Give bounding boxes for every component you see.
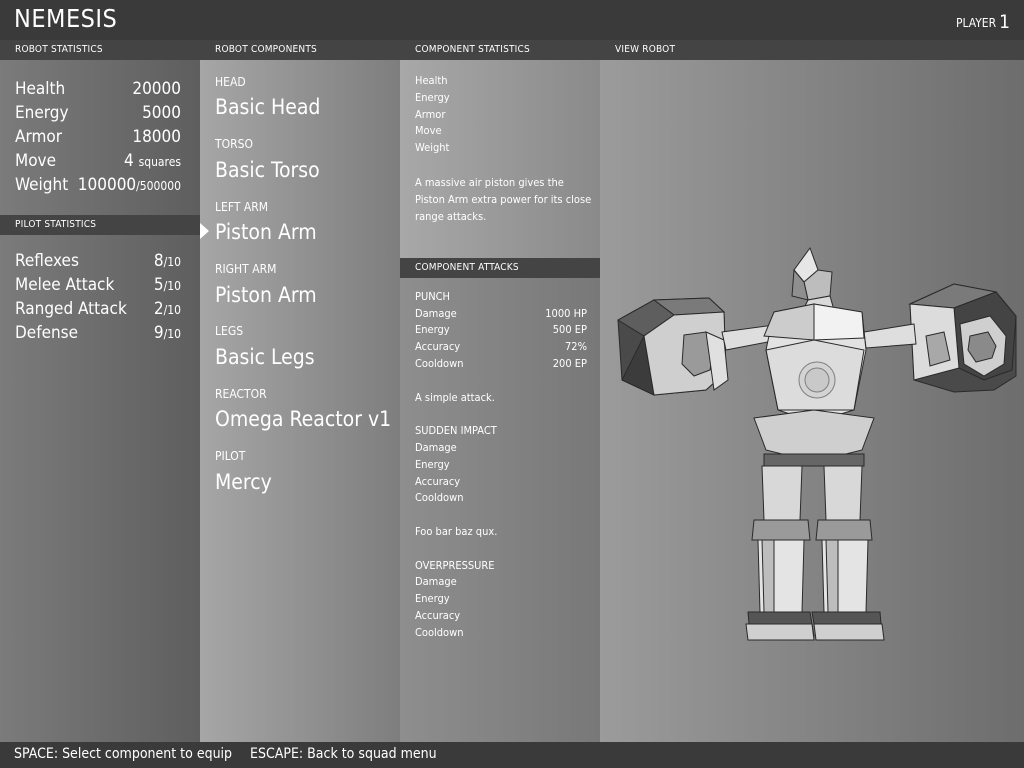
component-category-pilot: PILOT <box>215 449 246 463</box>
selection-arrow-icon <box>200 223 209 239</box>
components-header: ROBOT COMPONENTS <box>200 40 400 60</box>
stat-label: Energy <box>15 103 69 123</box>
component-stats-panel: COMPONENT STATISTICS Health Energy Armor… <box>400 40 600 742</box>
component-item-head[interactable]: Basic Head <box>215 95 320 119</box>
stat-value: 9/10 <box>153 323 181 343</box>
component-category-right-arm: RIGHT ARM <box>215 262 277 276</box>
stat-value: 20000 <box>132 79 181 99</box>
stat-value: 4 squares <box>124 151 181 171</box>
attack-stat-row: Accuracy 72% <box>415 340 587 353</box>
pilot-stat-ranged: Ranged Attack 2/10 <box>15 299 181 323</box>
attack-stat-row: Cooldown 200 EP <box>415 357 587 370</box>
pilot-stats-header: PILOT STATISTICS <box>0 215 200 235</box>
component-category-torso: TORSO <box>215 137 253 151</box>
attack-stat-row: Damage <box>415 441 457 454</box>
pilot-stat-melee: Melee Attack 5/10 <box>15 275 181 299</box>
robot-torso <box>763 303 867 423</box>
stat-value: 8/10 <box>153 251 181 271</box>
comp-stat-health: Health <box>415 74 448 87</box>
attack-stat-row: Accuracy <box>415 609 461 622</box>
component-item-right-arm[interactable]: Piston Arm <box>215 283 317 307</box>
component-category-legs: LEGS <box>215 324 244 338</box>
stat-label: Ranged Attack <box>15 299 127 319</box>
stat-label: Melee Attack <box>15 275 115 295</box>
comp-stat-weight: Weight <box>415 141 450 154</box>
space-hint: SPACE: Select component to equip <box>14 746 233 762</box>
stat-value: 100000/500000 <box>77 175 181 195</box>
robot-3d-model <box>617 246 1017 641</box>
attack-stat-row: Damage <box>415 575 457 588</box>
stat-label: Defense <box>15 323 79 343</box>
attack-name-overpressure: OVERPRESSURE <box>415 559 495 572</box>
pilot-stat-reflexes: Reflexes 8/10 <box>15 251 181 275</box>
component-stats-header: COMPONENT STATISTICS <box>400 40 600 60</box>
comp-stat-armor: Armor <box>415 108 446 121</box>
attack-stat-row: Cooldown <box>415 491 464 504</box>
robot-stat-weight: Weight 100000/500000 <box>15 175 181 199</box>
comp-stat-energy: Energy <box>415 91 450 104</box>
robot-stat-energy: Energy 5000 <box>15 103 181 127</box>
component-category-reactor: REACTOR <box>215 387 267 401</box>
controls-hint-bar: SPACE: Select component to equip ESCAPE:… <box>0 742 1024 768</box>
component-description: A massive air piston gives the Piston Ar… <box>415 176 592 223</box>
player-label: PLAYER <box>955 16 997 30</box>
component-item-reactor[interactable]: Omega Reactor v1 <box>215 407 391 431</box>
component-category-head: HEAD <box>215 75 246 89</box>
robot-stat-health: Health 20000 <box>15 79 181 103</box>
view-robot-panel: VIEW ROBOT <box>600 40 1024 742</box>
attack-stat-row: Energy <box>415 592 450 605</box>
pilot-stat-defense: Defense 9/10 <box>15 323 181 347</box>
component-item-left-arm[interactable]: Piston Arm <box>215 220 317 244</box>
app-title: NEMESIS <box>14 4 118 33</box>
escape-hint: ESCAPE: Back to squad menu <box>250 746 437 762</box>
attack-name-sudden-impact: SUDDEN IMPACT <box>415 424 497 437</box>
title-bar: NEMESIS PLAYER 1 <box>0 0 1024 40</box>
robot-legs <box>745 465 885 641</box>
components-panel: ROBOT COMPONENTS HEAD Basic Head TORSO B… <box>200 40 400 742</box>
player-number: 1 <box>999 11 1010 33</box>
attack-name-punch: PUNCH <box>415 290 450 303</box>
stat-value: 18000 <box>132 127 181 147</box>
stat-label: Armor <box>15 127 62 147</box>
attack-stat-row: Accuracy <box>415 475 461 488</box>
robot-stat-move: Move 4 squares <box>15 151 181 175</box>
stat-label: Weight <box>15 175 69 195</box>
stat-label: Health <box>15 79 66 99</box>
component-category-left-arm: LEFT ARM <box>215 200 269 214</box>
stat-value: 5000 <box>142 103 181 123</box>
attack-description: A simple attack. <box>415 391 495 404</box>
view-robot-header: VIEW ROBOT <box>600 40 1024 60</box>
stat-value: 2/10 <box>153 299 181 319</box>
component-item-pilot[interactable]: Mercy <box>215 470 272 494</box>
robot-stat-armor: Armor 18000 <box>15 127 181 151</box>
right-fist <box>908 283 1017 393</box>
player-indicator: PLAYER 1 <box>955 10 1010 33</box>
attack-description: Foo bar baz qux. <box>415 525 498 538</box>
component-attacks-header: COMPONENT ATTACKS <box>400 258 600 278</box>
stat-value: 5/10 <box>153 275 181 295</box>
component-item-legs[interactable]: Basic Legs <box>215 345 315 369</box>
attack-stat-row: Energy <box>415 458 450 471</box>
stat-label: Reflexes <box>15 251 79 271</box>
left-fist <box>617 297 729 396</box>
robot-stats-header: ROBOT STATISTICS <box>0 40 200 60</box>
component-attacks-panel: COMPONENT ATTACKS PUNCH Damage 1000 HP En… <box>400 258 600 742</box>
comp-stat-move: Move <box>415 124 442 137</box>
attack-stat-row: Energy 500 EP <box>415 323 587 336</box>
stat-label: Move <box>15 151 57 171</box>
stats-panel: ROBOT STATISTICS Health 20000 Energy 500… <box>0 40 200 742</box>
robot-head <box>791 246 835 313</box>
attack-stat-row: Cooldown <box>415 626 464 639</box>
component-item-torso[interactable]: Basic Torso <box>215 158 320 182</box>
attack-stat-row: Damage 1000 HP <box>415 307 587 320</box>
